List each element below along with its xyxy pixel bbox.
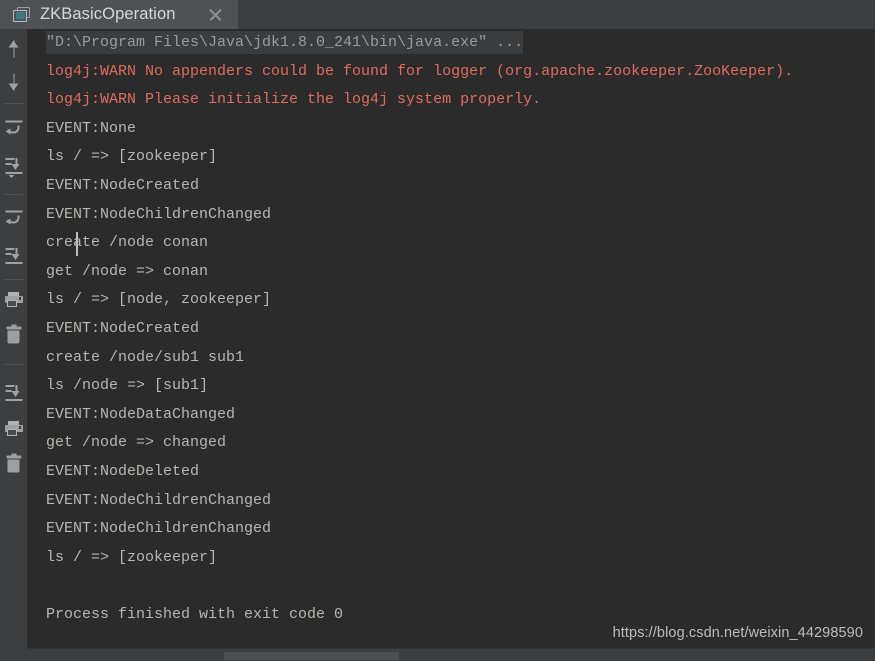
clear-all-2-button[interactable] [0,450,27,477]
console-line-text: create /node conan [46,234,209,252]
console-line-text: ls / => [node, zookeeper] [46,291,272,309]
up-the-stack-trace-button[interactable] [0,35,27,62]
watermark-url: https://blog.csdn.net/weixin_44298590 [612,625,863,641]
console-line-text: get /node => changed [46,434,227,452]
console-line-text: EVENT:NodeChildrenChanged [46,491,272,509]
tab-label: ZKBasicOperation [40,5,176,23]
console-line: create /node/sub1 sub1 [28,344,875,373]
console-line: EVENT:NodeChildrenChanged [28,487,875,516]
toolbar-divider-4 [4,364,23,365]
print-2-button[interactable] [0,415,27,442]
scroll-to-end-icon [5,247,22,264]
toolbar-divider-2 [4,194,23,195]
console-line-text: EVENT:NodeCreated [46,319,200,337]
console-line-text: ls / => [zookeeper] [46,548,218,566]
print-button[interactable] [0,286,27,313]
scrollbar-corner [0,648,28,661]
close-icon[interactable] [209,8,222,21]
clear-all-button[interactable] [0,321,27,348]
console-line: log4j:WARN No appenders could be found f… [28,58,875,87]
console-line: get /node => changed [28,429,875,458]
soft-wrap-button[interactable] [0,114,27,141]
soft-wrap-icon [5,120,22,135]
tab-bar: ZKBasicOperation [0,0,875,29]
console-line-text: EVENT:NodeChildrenChanged [46,205,272,223]
console-line: EVENT:NodeCreated [28,315,875,344]
console-line: ls /node => [sub1] [28,372,875,401]
run-console-icon [13,6,31,23]
print-icon [4,291,23,308]
toolbar-divider [4,103,23,104]
console-line-text: create /node/sub1 sub1 [46,348,245,366]
console-line: EVENT:NodeChildrenChanged [28,201,875,230]
console-line-text: EVENT:NodeCreated [46,176,200,194]
console-line-list: "D:\Program Files\Java\jdk1.8.0_241\bin\… [28,29,875,629]
console-line: create /node conan [28,229,875,258]
console-line: "D:\Program Files\Java\jdk1.8.0_241\bin\… [28,29,875,58]
horizontal-scrollbar-thumb[interactable] [224,652,399,660]
print-icon [4,420,23,437]
scroll-to-end-3-button[interactable] [0,379,27,406]
run-console-window: ZKBasicOperation "D:\Program Files\Java\… [0,0,875,661]
console-line: EVENT:None [28,115,875,144]
scroll-to-end-icon [5,384,22,401]
trash-icon [6,453,21,472]
console-line: EVENT:NodeCreated [28,172,875,201]
console-output-panel[interactable]: "D:\Program Files\Java\jdk1.8.0_241\bin\… [28,29,875,648]
console-line-text: EVENT:NodeChildrenChanged [46,520,272,538]
console-line: get /node => conan [28,258,875,287]
console-line: ls / => [zookeeper] [28,143,875,172]
console-line-text: log4j:WARN No appenders could be found f… [46,62,794,80]
console-line: EVENT:NodeDataChanged [28,401,875,430]
arrow-down-icon [6,73,21,90]
scroll-to-end-icon [5,157,22,178]
soft-wrap-icon [5,210,22,225]
console-line-text: ls / => [zookeeper] [46,148,218,166]
horizontal-scrollbar[interactable] [28,648,875,661]
toolbar-divider-3 [4,279,23,280]
console-line: EVENT:NodeChildrenChanged [28,515,875,544]
console-line-text: log4j:WARN Please initialize the log4j s… [46,91,542,109]
console-line-text: get /node => conan [46,262,209,280]
scroll-to-end-button[interactable] [0,152,27,179]
console-line: EVENT:NodeDeleted [28,458,875,487]
console-line-text: EVENT:None [46,119,137,137]
tab-zkbasicoperation[interactable]: ZKBasicOperation [0,0,238,29]
text-caret [76,232,78,256]
console-line-text: EVENT:NodeDeleted [46,462,200,480]
console-line-text: ls /node => [sub1] [46,377,209,395]
scroll-to-end-2-button[interactable] [0,242,27,269]
console-line: ls / => [node, zookeeper] [28,286,875,315]
console-line: log4j:WARN Please initialize the log4j s… [28,86,875,115]
arrow-up-icon [6,40,21,57]
down-the-stack-trace-button[interactable] [0,68,27,95]
console-line-text: Process finished with exit code 0 [46,605,344,623]
console-line-text: EVENT:NodeDataChanged [46,405,236,423]
console-line: ls / => [zookeeper] [28,544,875,573]
console-line-text: "D:\Program Files\Java\jdk1.8.0_241\bin\… [46,31,524,54]
trash-icon [6,324,21,343]
use-soft-wraps-button[interactable] [0,204,27,231]
console-toolbar [0,29,28,661]
